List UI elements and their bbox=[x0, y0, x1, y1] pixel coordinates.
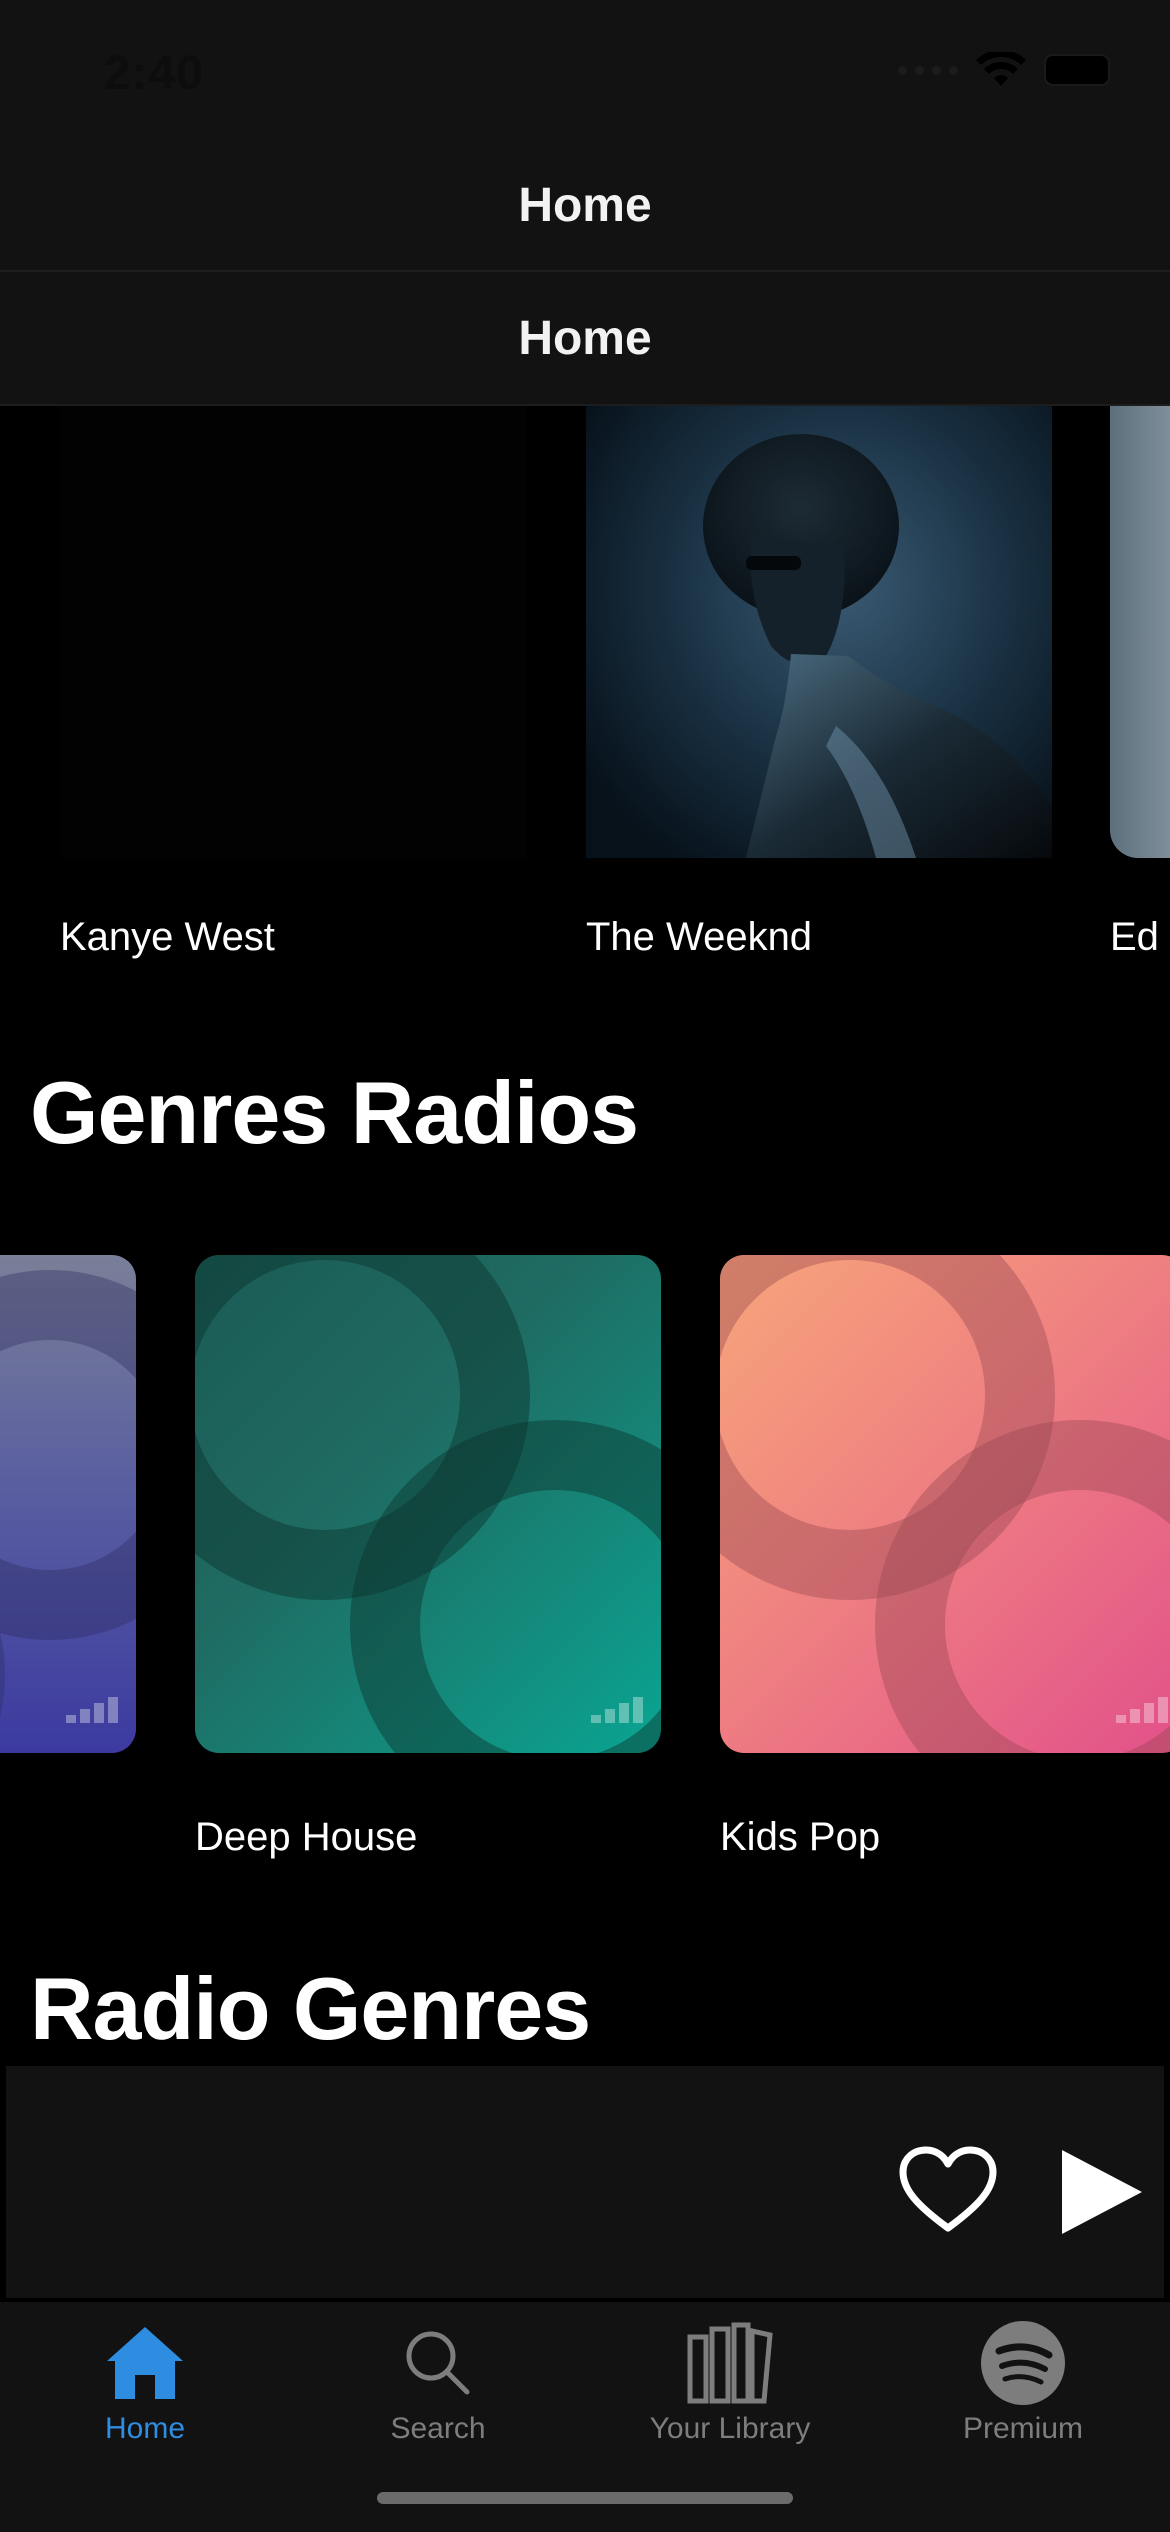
genre-name[interactable]: Deep House bbox=[195, 1815, 417, 1860]
artist-name[interactable]: Kanye West bbox=[60, 915, 275, 960]
artist-image-kanye-west[interactable] bbox=[60, 406, 526, 858]
genre-name[interactable]: Kids Pop bbox=[720, 1815, 880, 1860]
genre-artwork bbox=[195, 1255, 661, 1753]
equalizer-icon bbox=[591, 1697, 643, 1723]
nav-header-secondary: Home bbox=[0, 272, 1170, 406]
page-title-secondary: Home bbox=[518, 311, 652, 365]
tab-premium[interactable]: Premium bbox=[913, 2318, 1133, 2446]
tab-library[interactable]: Your Library bbox=[620, 2318, 840, 2446]
artist-image-the-weeknd[interactable] bbox=[586, 406, 1052, 858]
tab-label: Your Library bbox=[649, 2412, 811, 2445]
tab-label: Premium bbox=[962, 2412, 1083, 2445]
battery-icon bbox=[1044, 54, 1110, 86]
status-time: 2:40 bbox=[104, 47, 205, 100]
section-title-genres-radios: Genres Radios bbox=[30, 1063, 639, 1162]
status-icons bbox=[898, 52, 1110, 88]
genre-card-deep-house[interactable] bbox=[195, 1255, 661, 1753]
search-icon bbox=[393, 2318, 483, 2408]
status-bar: 2:40 bbox=[0, 0, 1170, 140]
home-indicator[interactable] bbox=[377, 2492, 793, 2504]
home-screen: 2:40 Home Home Kanye West The Weeknd Ed … bbox=[0, 0, 1170, 2532]
library-icon bbox=[685, 2318, 775, 2408]
genre-card-kids-pop[interactable] bbox=[720, 1255, 1170, 1753]
equalizer-icon bbox=[1116, 1697, 1168, 1723]
cellular-signal-icon bbox=[898, 65, 958, 75]
page-title: Home bbox=[518, 178, 652, 232]
mini-player[interactable] bbox=[6, 2066, 1164, 2298]
heart-icon[interactable] bbox=[898, 2146, 998, 2234]
genre-card-partial[interactable] bbox=[0, 1255, 136, 1753]
genre-artwork bbox=[0, 1270, 136, 1718]
play-icon[interactable] bbox=[1058, 2146, 1146, 2238]
artist-name[interactable]: The Weeknd bbox=[586, 915, 812, 960]
artist-photo bbox=[703, 434, 1052, 858]
artist-name[interactable]: Ed bbox=[1110, 915, 1159, 960]
tab-search[interactable]: Search bbox=[328, 2318, 548, 2446]
tab-label: Search bbox=[390, 2412, 486, 2445]
artist-image-ed[interactable] bbox=[1110, 406, 1170, 858]
genre-artwork bbox=[720, 1255, 1170, 1753]
section-title-radio-genres: Radio Genres bbox=[30, 1959, 591, 2058]
wifi-icon bbox=[976, 52, 1026, 86]
spotify-icon bbox=[978, 2318, 1068, 2408]
tab-home[interactable]: Home bbox=[35, 2318, 255, 2446]
equalizer-icon bbox=[66, 1697, 118, 1723]
tab-label: Home bbox=[104, 2412, 186, 2445]
nav-header: Home bbox=[0, 140, 1170, 272]
home-icon bbox=[100, 2318, 190, 2408]
